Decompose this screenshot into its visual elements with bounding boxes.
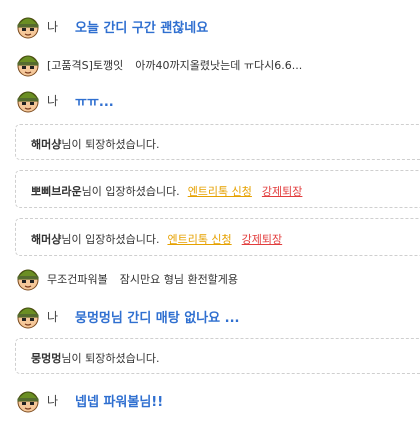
soldier-avatar-icon bbox=[17, 17, 39, 39]
notice-suffix: 님이 퇴장하셨습니다. bbox=[61, 138, 160, 151]
notice-suffix: 님이 입장하셨습니다. bbox=[61, 233, 160, 246]
entry-talk-request-button[interactable]: 엔트리톡 신청 bbox=[167, 233, 231, 246]
system-notice-text: 뭉멍멍님이 퇴장하셨습니다. bbox=[31, 350, 159, 366]
chat-message-user: [고품격S]토깽잇 아까40까지올렸낫는데 ㅠ다시6.6... bbox=[0, 50, 420, 78]
system-notice-box: 해머샹님이 입장하셨습니다. 엔트리톡 신청 강제퇴장 bbox=[15, 218, 420, 256]
chat-message-mine: 나 넵넵 파워볼님!! bbox=[0, 386, 420, 414]
me-label: 나 bbox=[47, 310, 59, 324]
system-notice-text: 해머샹님이 퇴장하셨습니다. bbox=[31, 136, 159, 152]
chat-message-user: 무조건파워볼 잠시만요 형님 환전할게용 bbox=[0, 264, 420, 292]
my-message-text: 오늘 간디 구간 괜찮네요 bbox=[75, 21, 209, 36]
me-label: 나 bbox=[47, 20, 59, 34]
me-label: 나 bbox=[47, 94, 59, 108]
user-message-line: 무조건파워볼 잠시만요 형님 환전할게용 bbox=[47, 271, 238, 287]
username[interactable]: [고품격S]토깽잇 bbox=[47, 59, 123, 72]
soldier-avatar-icon bbox=[17, 91, 39, 113]
notice-username[interactable]: 해머샹 bbox=[31, 233, 61, 246]
force-kick-button[interactable]: 강제퇴장 bbox=[262, 185, 302, 198]
system-notice-box: 뭉멍멍님이 퇴장하셨습니다. bbox=[15, 338, 420, 374]
notice-suffix: 님이 퇴장하셨습니다. bbox=[61, 352, 160, 365]
soldier-avatar-icon bbox=[17, 55, 39, 77]
notice-username[interactable]: 뭉멍멍 bbox=[31, 352, 61, 365]
system-notice-text: 해머샹님이 입장하셨습니다. 엔트리톡 신청 강제퇴장 bbox=[31, 231, 282, 247]
chat-message-mine: 나 오늘 간디 구간 괜찮네요 bbox=[0, 12, 420, 40]
entry-talk-request-button[interactable]: 엔트리톡 신청 bbox=[188, 185, 252, 198]
force-kick-button[interactable]: 강제퇴장 bbox=[242, 233, 282, 246]
chat-message-mine: 나 뭉멍멍님 간디 매탕 없나요 ... bbox=[0, 302, 420, 330]
my-message-text: 뭉멍멍님 간디 매탕 없나요 ... bbox=[75, 311, 240, 326]
my-message-text: 넵넵 파워볼님!! bbox=[75, 395, 164, 410]
user-message-line: [고품격S]토깽잇 아까40까지올렸낫는데 ㅠ다시6.6... bbox=[47, 57, 302, 73]
system-notice-box: 뽀삐브라운님이 입장하셨습니다. 엔트리톡 신청 강제퇴장 bbox=[15, 170, 420, 208]
notice-username[interactable]: 뽀삐브라운 bbox=[31, 185, 82, 198]
soldier-avatar-icon bbox=[17, 269, 39, 291]
my-message-text: ㅠㅠ... bbox=[75, 95, 114, 110]
message-text: 잠시만요 형님 환전할게용 bbox=[119, 273, 239, 286]
notice-suffix: 님이 입장하셨습니다. bbox=[81, 185, 180, 198]
notice-username[interactable]: 해머샹 bbox=[31, 138, 61, 151]
chat-message-mine: 나 ㅠㅠ... bbox=[0, 86, 420, 114]
system-notice-box: 해머샹님이 퇴장하셨습니다. bbox=[15, 124, 420, 160]
message-text: 아까40까지올렸낫는데 ㅠ다시6.6... bbox=[135, 59, 303, 72]
system-notice-text: 뽀삐브라운님이 입장하셨습니다. 엔트리톡 신청 강제퇴장 bbox=[31, 183, 302, 199]
me-label: 나 bbox=[47, 394, 59, 408]
soldier-avatar-icon bbox=[17, 307, 39, 329]
username[interactable]: 무조건파워볼 bbox=[47, 273, 108, 286]
soldier-avatar-icon bbox=[17, 391, 39, 413]
